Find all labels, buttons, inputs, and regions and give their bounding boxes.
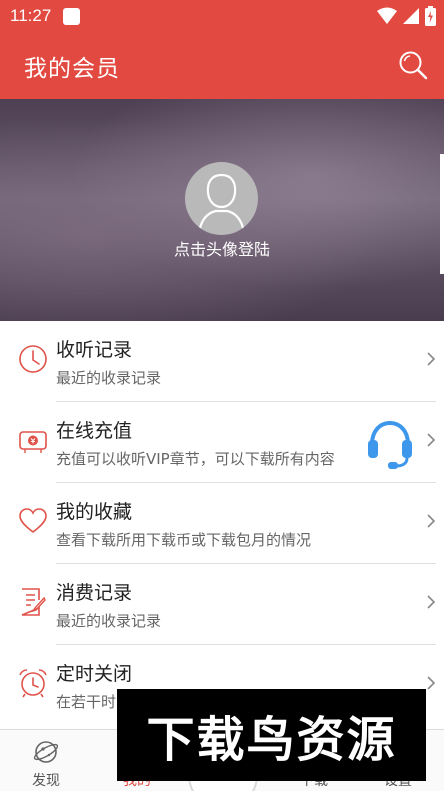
member-menu-list: 收听记录 最近的收录记录 在线充值 充值可以收听VIP章节，可以下载所有内容 我… <box>0 321 444 726</box>
avatar[interactable] <box>185 162 258 235</box>
status-bar: 11:27 <box>0 0 444 32</box>
menu-item-title: 我的收藏 <box>56 501 133 523</box>
customer-service-button[interactable] <box>366 418 414 470</box>
app-bar: 我的会员 <box>0 32 444 99</box>
menu-item-subtitle: 最近的收录记录 <box>56 612 162 630</box>
page-title: 我的会员 <box>24 55 120 82</box>
watermark: 下载鸟资源 <box>117 689 426 781</box>
chevron-right-icon <box>427 352 436 366</box>
menu-item-subtitle: 最近的收录记录 <box>56 369 162 387</box>
battery-icon <box>425 6 436 26</box>
alarm-clock-icon <box>19 669 47 698</box>
search-icon <box>399 51 428 80</box>
search-button[interactable] <box>398 50 428 80</box>
user-avatar-icon <box>198 173 245 229</box>
menu-item-subtitle: 在若干时 <box>56 693 117 711</box>
menu-item-spending-history[interactable]: 消费记录 最近的收录记录 <box>0 564 444 645</box>
chevron-right-icon <box>427 595 436 609</box>
headset-icon <box>368 420 412 469</box>
login-prompt[interactable]: 点击头像登陆 <box>0 236 444 260</box>
menu-item-title: 定时关闭 <box>56 663 133 685</box>
nav-discover[interactable]: 发现 <box>2 730 90 791</box>
menu-item-title: 在线充值 <box>56 420 133 442</box>
chevron-right-icon <box>427 514 436 528</box>
chevron-right-icon <box>427 676 436 690</box>
status-icons <box>377 6 436 26</box>
recharge-icon <box>19 431 47 453</box>
menu-item-listen-history[interactable]: 收听记录 最近的收录记录 <box>0 321 444 402</box>
planet-icon <box>33 741 59 763</box>
notification-icon <box>63 7 81 25</box>
document-edit-icon <box>21 588 46 616</box>
menu-item-subtitle: 查看下载所用下载币或下载包月的情况 <box>56 531 312 549</box>
heart-icon <box>19 508 47 534</box>
clock-icon <box>19 345 47 373</box>
chevron-right-icon <box>427 433 436 447</box>
wifi-icon <box>377 7 397 24</box>
menu-item-title: 收听记录 <box>56 339 133 361</box>
menu-item-favorites[interactable]: 我的收藏 查看下载所用下载币或下载包月的情况 <box>0 483 444 564</box>
signal-icon <box>403 8 419 24</box>
menu-item-title: 消费记录 <box>56 582 133 604</box>
status-time: 11:27 <box>10 6 52 25</box>
nav-label: 发现 <box>32 773 60 789</box>
menu-item-subtitle: 充值可以收听VIP章节，可以下载所有内容 <box>56 450 335 468</box>
